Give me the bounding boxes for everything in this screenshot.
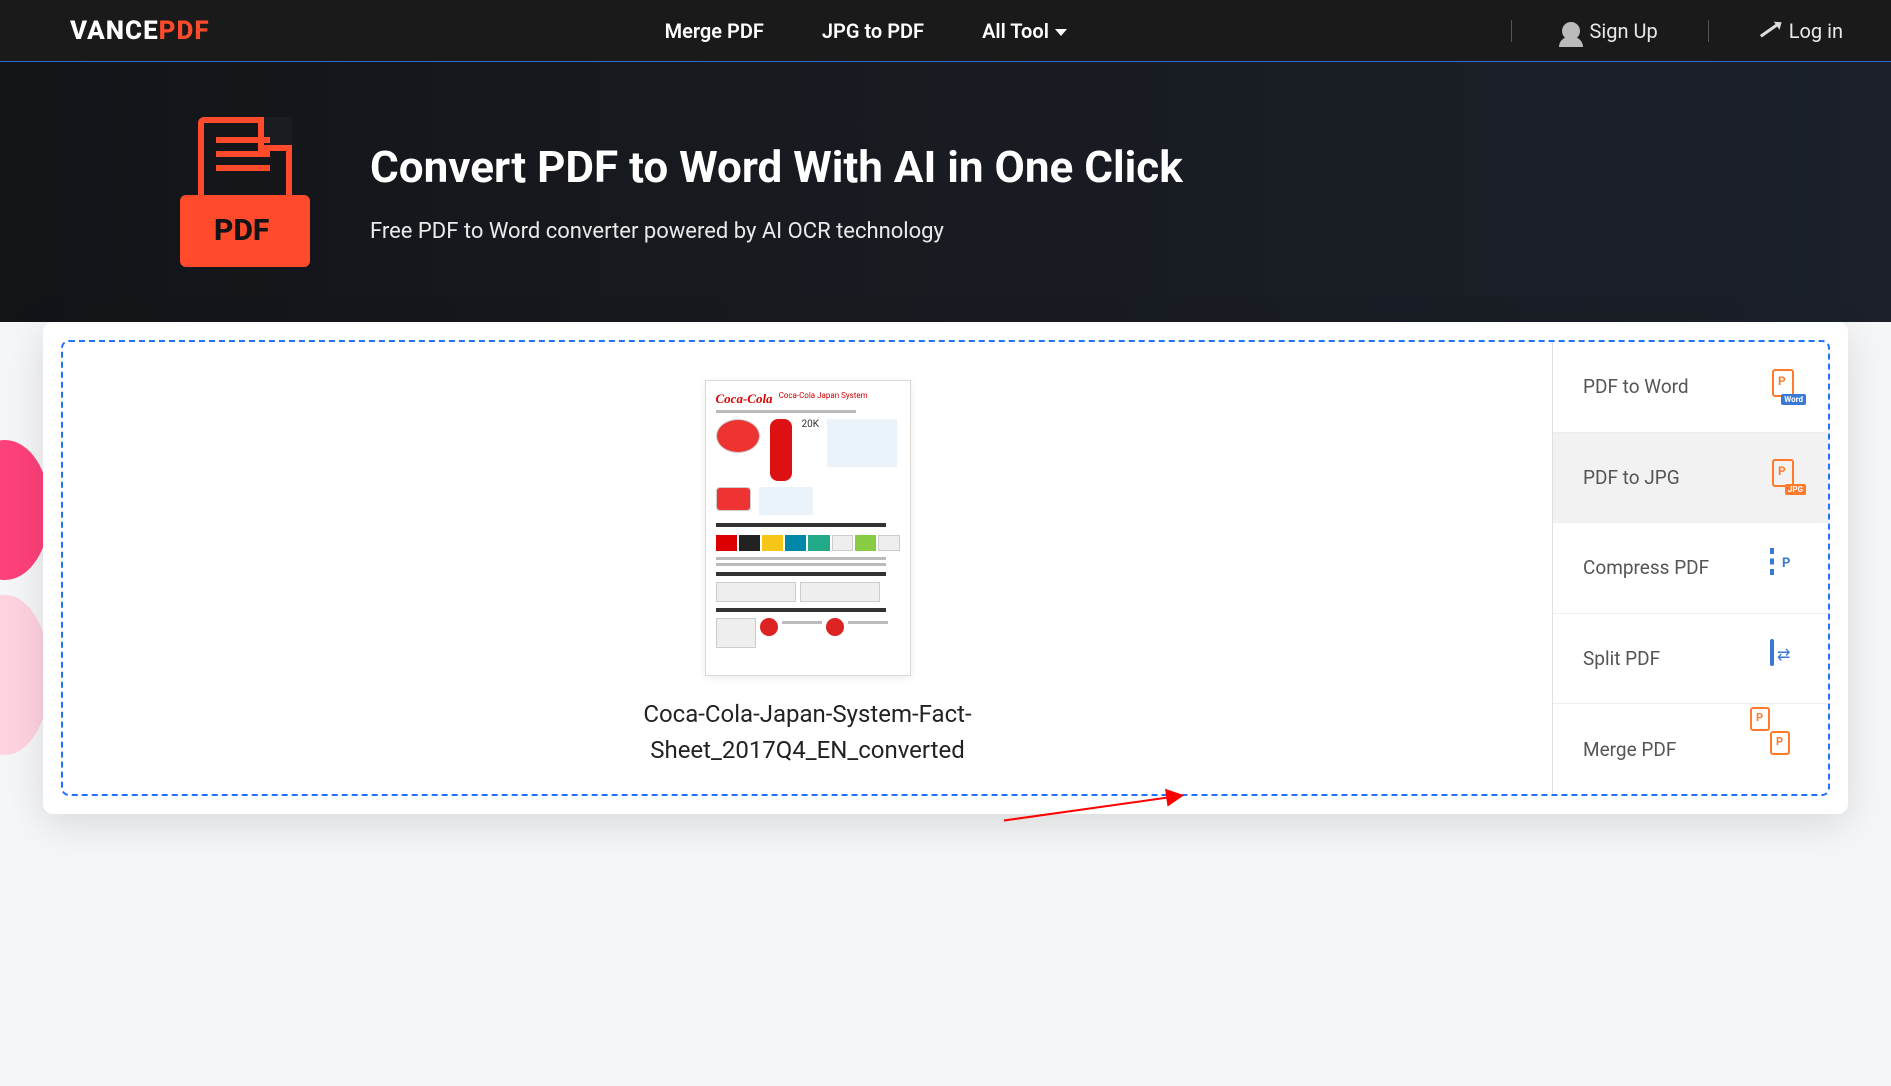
option-compress-pdf[interactable]: Compress PDF [1553,523,1828,614]
annotation-arrow-icon [1004,794,1183,821]
option-merge-pdf[interactable]: Merge PDF [1553,704,1828,794]
pdf-to-word-icon: Word [1770,369,1806,405]
page-subtitle: Free PDF to Word converter powered by AI… [370,219,1183,244]
nav-label: JPG to PDF [822,19,924,43]
drop-zone[interactable]: Coca-Cola Coca-Cola Japan System 20K [61,340,1830,796]
nav-merge-pdf[interactable]: Merge PDF [665,19,764,43]
nav-jpg-to-pdf[interactable]: JPG to PDF [822,19,924,43]
pdf-to-jpg-icon: JPG [1770,459,1806,495]
nav-label: All Tool [982,19,1049,43]
separator [1708,20,1709,42]
auth-area: Sign Up Log in [1511,19,1843,43]
signup-label: Sign Up [1590,19,1658,43]
split-pdf-icon [1770,641,1806,677]
option-split-pdf[interactable]: Split PDF [1553,614,1828,705]
option-pdf-to-jpg[interactable]: PDF to JPG JPG [1553,433,1828,524]
main-nav: Merge PDF JPG to PDF All Tool [665,19,1067,43]
option-label: PDF to Word [1583,375,1689,398]
file-thumbnail[interactable]: Coca-Cola Coca-Cola Japan System 20K [705,380,911,676]
option-label: Merge PDF [1583,738,1676,761]
converter-card: Coca-Cola Coca-Cola Japan System 20K [43,322,1848,814]
option-pdf-to-word[interactable]: PDF to Word Word [1553,342,1828,433]
edit-icon [1760,24,1778,38]
file-name-label: Coca-Cola-Japan-System-Fact-Sheet_2017Q4… [608,696,1008,768]
nav-label: Merge PDF [665,19,764,43]
separator [1511,20,1512,42]
nav-all-tool[interactable]: All Tool [982,19,1067,43]
logo[interactable]: VANCEPDF [70,16,210,46]
pdf-badge-text: PDF [214,213,269,248]
option-label: Split PDF [1583,647,1660,670]
chevron-down-icon [1055,29,1067,36]
option-label: Compress PDF [1583,556,1709,579]
page-title: Convert PDF to Word With AI in One Click [370,141,1183,193]
user-icon [1562,22,1580,40]
login-label: Log in [1789,19,1843,43]
thumb-brand: Coca-Cola [716,391,773,407]
login-link[interactable]: Log in [1759,19,1843,43]
conversion-options: PDF to Word Word PDF to JPG JPG Compress… [1552,342,1828,794]
signup-link[interactable]: Sign Up [1562,19,1658,43]
merge-pdf-icon [1770,731,1806,767]
pdf-hero-icon: PDF [180,117,310,267]
compress-pdf-icon [1770,550,1806,586]
top-nav: VANCEPDF Merge PDF JPG to PDF All Tool S… [0,0,1891,62]
thumb-heading: Coca-Cola Japan System [779,391,868,400]
option-label: PDF to JPG [1583,466,1680,489]
logo-text-white: VANCE [70,16,159,46]
logo-text-red: PDF [159,16,210,46]
file-preview-area: Coca-Cola Coca-Cola Japan System 20K [63,342,1552,794]
hero-banner: PDF Convert PDF to Word With AI in One C… [0,62,1891,322]
